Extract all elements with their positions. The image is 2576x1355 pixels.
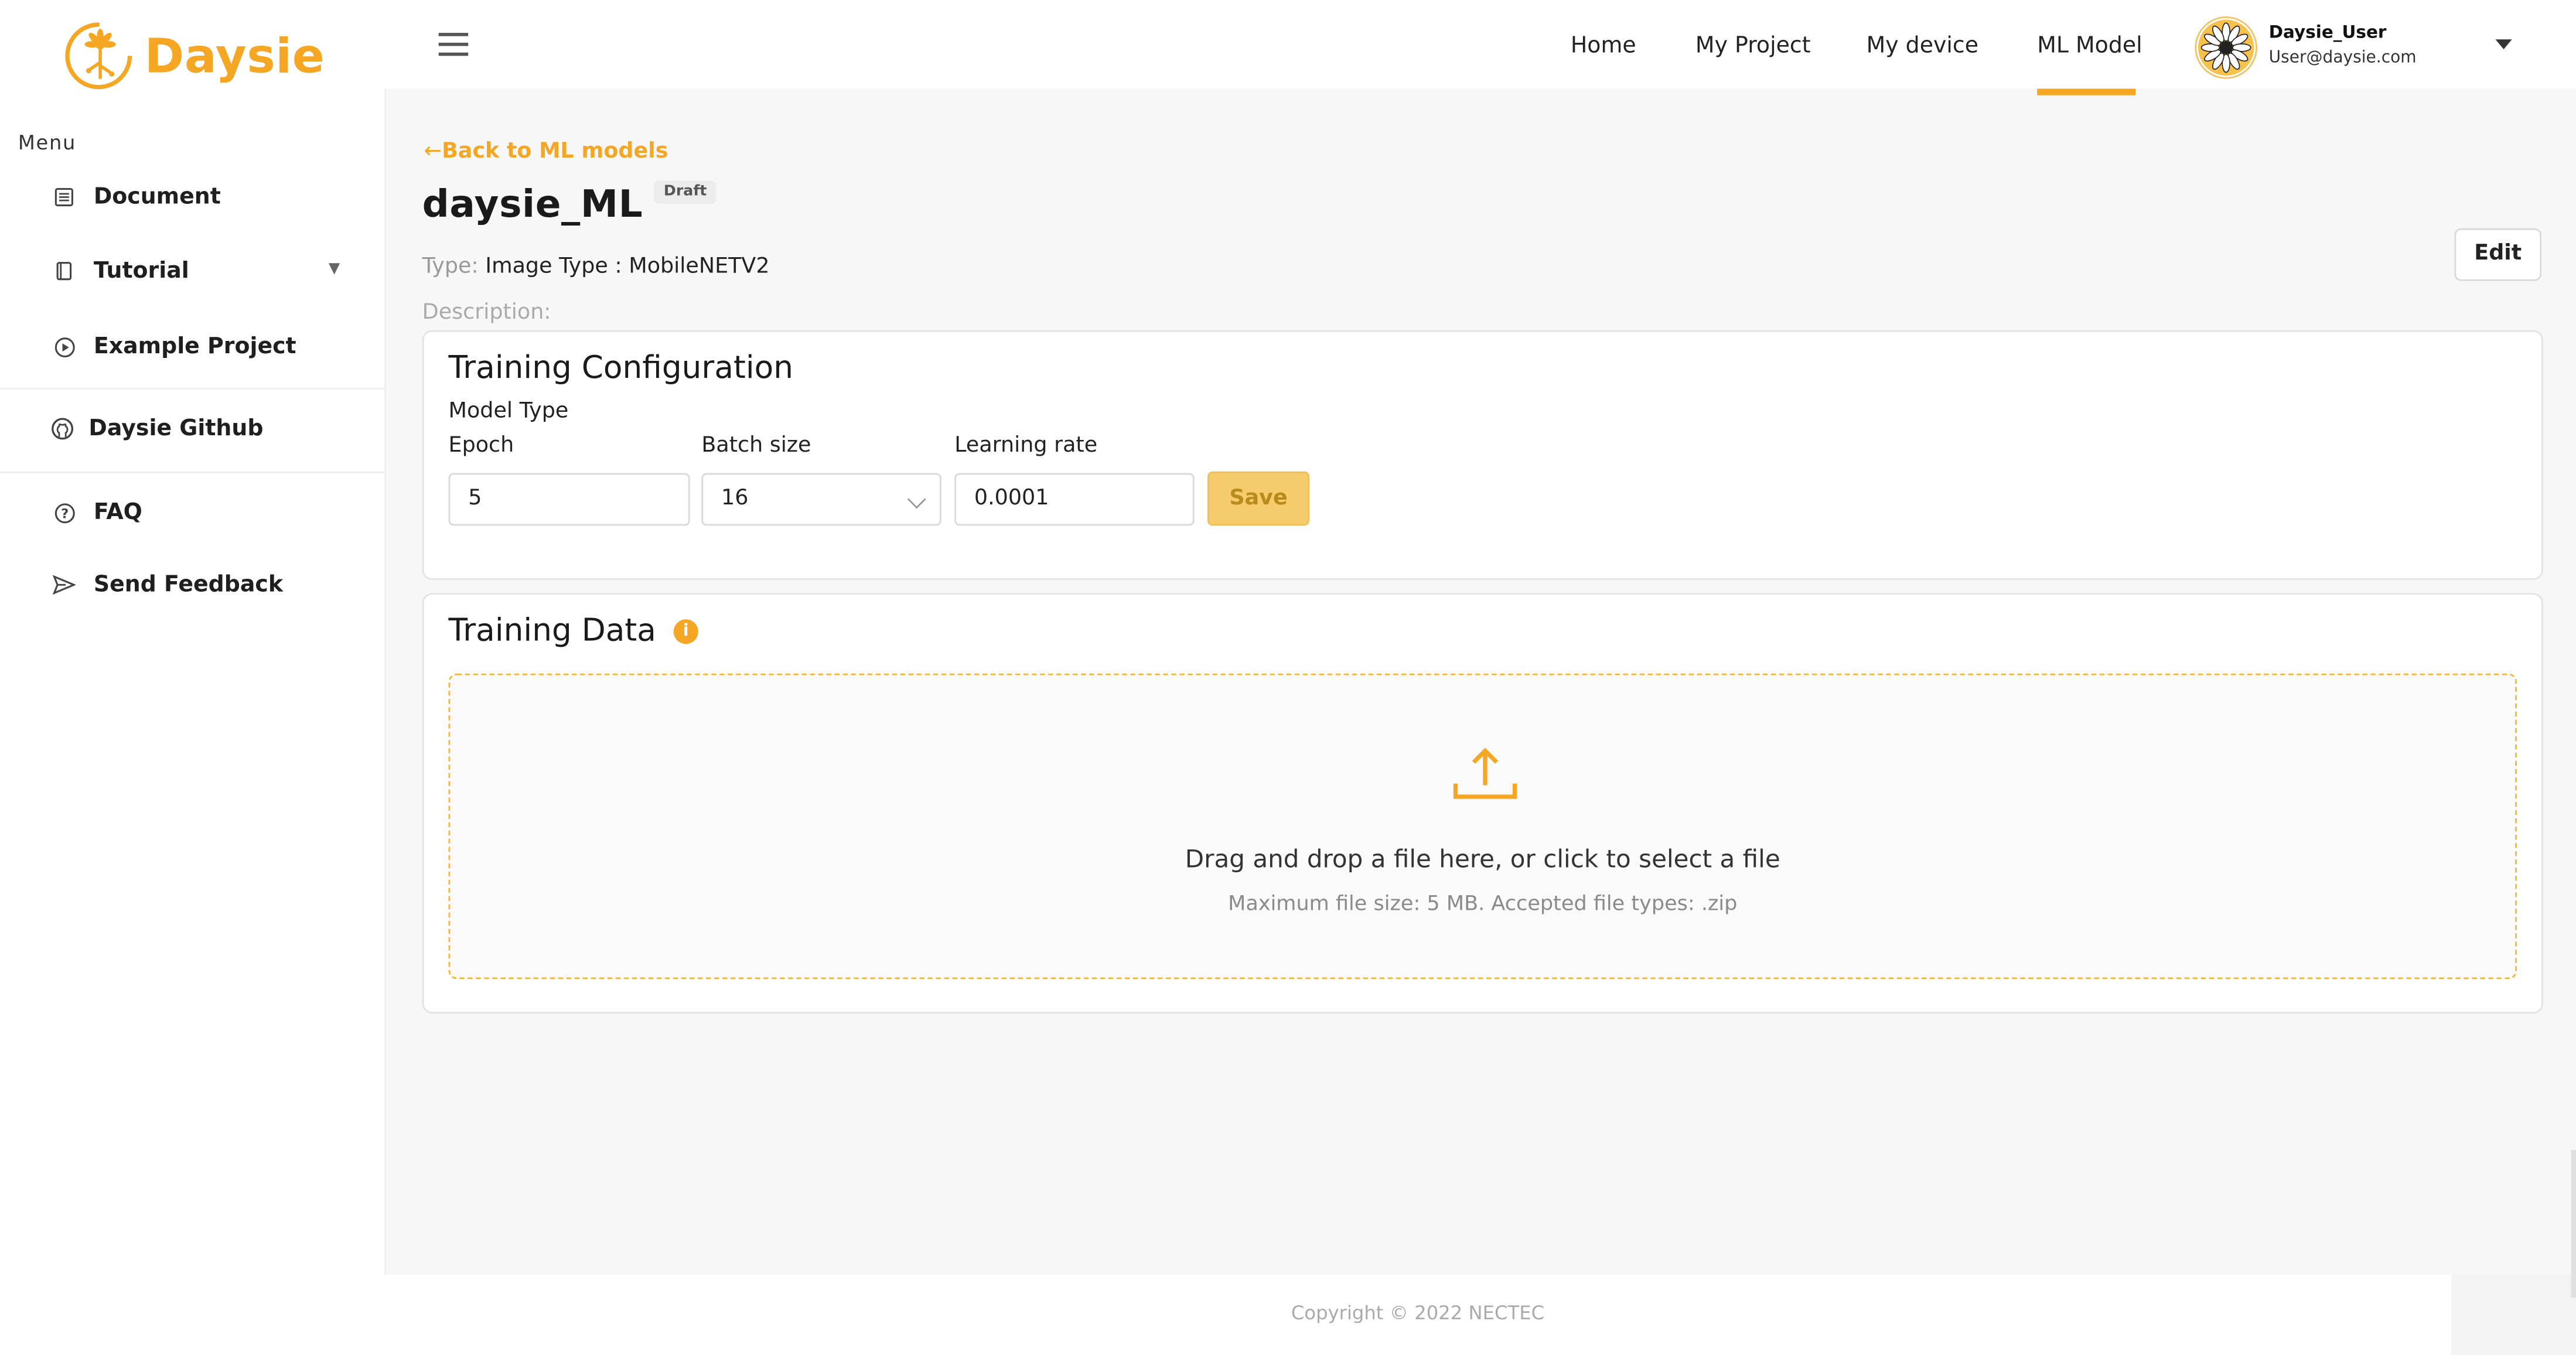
training-data-title: Training Data — [448, 612, 656, 649]
file-dropzone[interactable]: Drag and drop a file here, or click to s… — [448, 673, 2517, 979]
save-button[interactable]: Save — [1207, 471, 1309, 526]
upload-icon — [1453, 748, 1517, 799]
arrow-left-icon: ← — [424, 139, 442, 165]
copyright-text: Copyright © 2022 NECTEC — [1291, 1301, 1545, 1325]
edit-button[interactable]: Edit — [2454, 228, 2542, 281]
epoch-input[interactable]: 5 — [448, 473, 690, 526]
sidebar-item-document[interactable]: Document — [53, 184, 221, 210]
model-type-line: Type: Image Type : MobileNETV2 — [422, 255, 770, 279]
sidebar-divider — [0, 471, 385, 473]
book-icon — [53, 260, 76, 282]
learning-rate-input[interactable]: 0.0001 — [954, 473, 1195, 526]
footer: Copyright © 2022 NECTEC — [384, 1275, 2451, 1355]
avatar[interactable] — [2195, 16, 2257, 79]
sidebar-item-label: FAQ — [93, 499, 142, 526]
active-nav-indicator — [2037, 88, 2136, 95]
app-window: Daysie Menu Document Tutorial ▼ Example … — [0, 0, 2576, 1355]
logo[interactable]: Daysie — [63, 20, 325, 92]
nav-home[interactable]: Home — [1571, 33, 1636, 59]
training-configuration-title: Training Configuration — [448, 350, 794, 386]
nav-my-project[interactable]: My Project — [1695, 33, 1811, 59]
nav-ml-model[interactable]: ML Model — [2037, 33, 2142, 59]
nav-my-device[interactable]: My device — [1867, 33, 1978, 59]
batch-size-select[interactable]: 16 — [701, 473, 941, 526]
document-icon — [53, 186, 76, 209]
footer-filler — [2451, 1275, 2576, 1355]
model-type-label: Model Type — [448, 399, 569, 424]
sidebar-item-github[interactable]: Daysie Github — [51, 415, 264, 442]
batch-size-value: 16 — [721, 486, 749, 511]
send-icon — [52, 574, 76, 596]
menu-title: Menu — [18, 131, 77, 155]
user-name: Daysie_User — [2268, 23, 2387, 43]
sidebar-item-label: Tutorial — [93, 258, 189, 285]
hamburger-menu-icon[interactable] — [438, 33, 469, 56]
daisy-logo-icon — [65, 22, 132, 90]
chevron-down-icon — [907, 490, 926, 509]
page-title: daysie_ML — [422, 184, 643, 227]
sidebar-item-faq[interactable]: ? FAQ — [53, 499, 142, 525]
sidebar-divider — [0, 387, 385, 390]
github-icon — [51, 417, 74, 440]
sidebar-item-label: Example Project — [93, 333, 296, 360]
learning-rate-label: Learning rate — [954, 434, 1098, 459]
sidebar-item-send-feedback[interactable]: Send Feedback — [52, 571, 284, 598]
sidebar-item-label: Daysie Github — [88, 415, 264, 442]
sidebar: Daysie Menu Document Tutorial ▼ Example … — [0, 0, 386, 1355]
daisy-avatar-icon — [2198, 19, 2254, 76]
batch-size-label: Batch size — [701, 434, 811, 459]
epoch-label: Epoch — [448, 434, 514, 459]
type-label: Type: — [422, 254, 479, 279]
sidebar-item-label: Document — [93, 184, 221, 210]
type-value: Image Type : MobileNETV2 — [485, 254, 770, 279]
sidebar-item-tutorial[interactable]: Tutorial ▼ — [53, 258, 349, 284]
scrollbar[interactable] — [2571, 1149, 2576, 1298]
question-circle-icon: ? — [53, 501, 76, 524]
brand-name: Daysie — [144, 28, 325, 84]
user-email: User@daysie.com — [2268, 49, 2417, 67]
caret-down-icon[interactable] — [2495, 39, 2512, 50]
info-icon[interactable]: i — [673, 619, 698, 644]
svg-text:?: ? — [60, 506, 68, 521]
dropzone-hint: Maximum file size: 5 MB. Accepted file t… — [1228, 890, 1738, 915]
sidebar-item-label: Send Feedback — [93, 571, 284, 598]
back-link-label: Back to ML models — [442, 139, 668, 165]
top-bar: Home My Project My device ML Model Daysi… — [384, 0, 2576, 95]
chevron-down-icon[interactable]: ▼ — [329, 261, 340, 278]
play-circle-icon — [53, 335, 76, 358]
status-badge: Draft — [654, 180, 717, 204]
sidebar-item-example-project[interactable]: Example Project — [53, 333, 296, 360]
user-menu[interactable]: Daysie_User User@daysie.com — [2191, 9, 2576, 86]
back-to-ml-models-link[interactable]: ←Back to ML models — [424, 139, 668, 164]
dropzone-text: Drag and drop a file here, or click to s… — [1185, 844, 1780, 874]
description-label: Description: — [422, 301, 551, 326]
